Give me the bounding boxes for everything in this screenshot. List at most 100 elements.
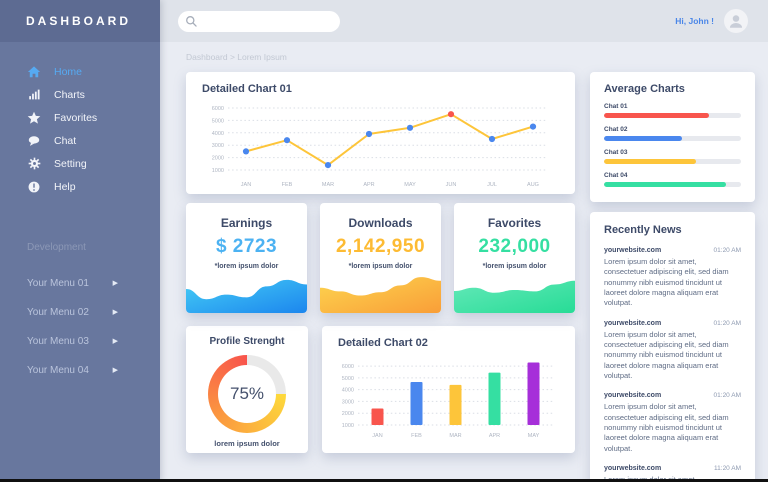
progress-bar-fill <box>604 182 726 187</box>
stat-value: $ 2723 <box>186 236 307 258</box>
sidebar-item-label: Help <box>54 181 76 193</box>
progress-bar-track <box>604 113 741 118</box>
svg-text:6000: 6000 <box>342 364 354 370</box>
sidebar-item-setting[interactable]: Setting <box>0 152 160 175</box>
profile-strength-card: Profile Strenght 75% lorem ipsum dolor <box>186 326 308 453</box>
sidebar-item-favorites[interactable]: Favorites <box>0 106 160 129</box>
sidebar-item-label: Your Menu 03 <box>27 336 89 347</box>
average-chart-label: Chat 03 <box>604 149 741 156</box>
svg-text:JUN: JUN <box>446 182 457 188</box>
svg-text:6000: 6000 <box>212 106 224 112</box>
sidebar-development-section: Development Your Menu 01 ▶ Your Menu 02 … <box>0 242 160 385</box>
sidebar-item-label: Your Menu 04 <box>27 365 89 376</box>
svg-text:FEB: FEB <box>411 433 422 439</box>
average-chart-label: Chat 01 <box>604 103 741 110</box>
svg-text:MAY: MAY <box>404 182 416 188</box>
svg-text:MAR: MAR <box>449 433 461 439</box>
panel-title: Detailed Chart 02 <box>338 337 559 349</box>
bar-chart-icon <box>27 88 41 102</box>
stat-title: Earnings <box>186 216 307 230</box>
panel-title: Recently News <box>604 224 741 236</box>
profile-note: lorem ipsum dolor <box>186 439 308 448</box>
svg-text:JAN: JAN <box>241 182 251 188</box>
svg-text:APR: APR <box>363 182 374 188</box>
average-charts-card: Average Charts Chat 01 Chat 02 Chat 03 C… <box>590 72 755 202</box>
panel-title: Detailed Chart 01 <box>202 83 559 95</box>
average-chart-row: Chat 04 <box>604 172 741 187</box>
main-area: Hi, John ! Dashboard > Lorem Ipsum Detai… <box>160 0 768 482</box>
average-chart-row: Chat 01 <box>604 103 741 118</box>
sidebar-nav: Home Charts Favorites Chat <box>0 60 160 198</box>
home-icon <box>27 65 41 79</box>
user-area: Hi, John ! <box>675 9 748 33</box>
progress-bar-track <box>604 182 741 187</box>
svg-text:5000: 5000 <box>212 118 224 124</box>
progress-bar-fill <box>604 136 682 141</box>
avatar[interactable] <box>724 9 748 33</box>
sidebar-item-your-menu-03[interactable]: Your Menu 03 ▶ <box>0 327 160 356</box>
svg-text:2000: 2000 <box>212 156 224 162</box>
sidebar-item-your-menu-02[interactable]: Your Menu 02 ▶ <box>0 298 160 327</box>
svg-text:APR: APR <box>489 433 500 439</box>
breadcrumb: Dashboard > Lorem Ipsum <box>186 52 755 64</box>
sidebar-item-your-menu-04[interactable]: Your Menu 04 ▶ <box>0 356 160 385</box>
stat-title: Favorites <box>454 216 575 230</box>
sidebar-item-label: Your Menu 02 <box>27 307 89 318</box>
recently-news-card: Recently News yourwebsite.com 01:20 AM L… <box>590 212 755 482</box>
sidebar-item-chat[interactable]: Chat <box>0 129 160 152</box>
svg-text:3000: 3000 <box>212 143 224 149</box>
line-chart: 600050004000300020001000JANFEBMARAPRMAYJ… <box>202 97 555 189</box>
svg-text:2000: 2000 <box>342 411 354 417</box>
help-icon <box>27 180 41 194</box>
average-chart-row: Chat 03 <box>604 149 741 164</box>
svg-text:FEB: FEB <box>282 182 293 188</box>
news-text: Lorem ipsum dolor sit amet, consectetuer… <box>604 257 741 309</box>
stat-title: Downloads <box>320 216 441 230</box>
news-time: 01:20 AM <box>714 392 741 399</box>
sidebar-item-label: Home <box>54 66 82 78</box>
sidebar-item-label: Charts <box>54 89 85 101</box>
average-charts-list: Chat 01 Chat 02 Chat 03 Chat 04 <box>604 103 741 187</box>
news-item: yourwebsite.com 01:20 AM Lorem ipsum dol… <box>604 320 741 382</box>
svg-text:3000: 3000 <box>342 399 354 405</box>
sidebar-item-help[interactable]: Help <box>0 175 160 198</box>
news-time: 01:20 AM <box>714 320 741 327</box>
news-source-link[interactable]: yourwebsite.com <box>604 465 661 472</box>
downloads-card: Downloads 2,142,950 *lorem ipsum dolor <box>320 203 441 313</box>
svg-text:4000: 4000 <box>212 131 224 137</box>
svg-text:JAN: JAN <box>372 433 382 439</box>
news-text: Lorem ipsum dolor sit amet, consectetuer… <box>604 402 741 454</box>
donut-chart: 75% <box>208 355 286 433</box>
panel-title: Profile Strenght <box>186 336 308 347</box>
svg-text:MAR: MAR <box>322 182 334 188</box>
downloads-wave-chart <box>320 267 441 313</box>
detailed-chart-01-card: Detailed Chart 01 6000500040003000200010… <box>186 72 575 194</box>
sidebar-item-your-menu-01[interactable]: Your Menu 01 ▶ <box>0 269 160 298</box>
news-source-link[interactable]: yourwebsite.com <box>604 247 661 254</box>
panel-title: Average Charts <box>604 83 741 95</box>
gear-icon <box>27 157 41 171</box>
svg-text:AUG: AUG <box>527 182 539 188</box>
favorites-wave-chart <box>454 267 575 313</box>
progress-bar-track <box>604 136 741 141</box>
progress-bar-track <box>604 159 741 164</box>
news-source-link[interactable]: yourwebsite.com <box>604 392 661 399</box>
search-input[interactable] <box>178 11 340 32</box>
sidebar-item-charts[interactable]: Charts <box>0 83 160 106</box>
progress-bar-fill <box>604 159 696 164</box>
news-text: Lorem ipsum dolor sit amet, consectetuer… <box>604 330 741 382</box>
user-greeting: Hi, John ! <box>675 16 714 26</box>
news-source-link[interactable]: yourwebsite.com <box>604 320 661 327</box>
stat-value: 232,000 <box>454 236 575 258</box>
favorites-card: Favorites 232,000 *lorem ipsum dolor <box>454 203 575 313</box>
earnings-wave-chart <box>186 267 307 313</box>
topbar: Hi, John ! <box>160 0 768 42</box>
progress-bar-fill <box>604 113 709 118</box>
sidebar-item-home[interactable]: Home <box>0 60 160 83</box>
arrow-right-icon: ▶ <box>113 338 118 345</box>
donut-percent-label: 75% <box>230 384 264 404</box>
earnings-card: Earnings $ 2723 *lorem ipsum dolor <box>186 203 307 313</box>
stat-value: 2,142,950 <box>320 236 441 258</box>
sidebar: DASHBOARD Home Charts Favorites <box>0 0 160 482</box>
average-chart-label: Chat 02 <box>604 126 741 133</box>
